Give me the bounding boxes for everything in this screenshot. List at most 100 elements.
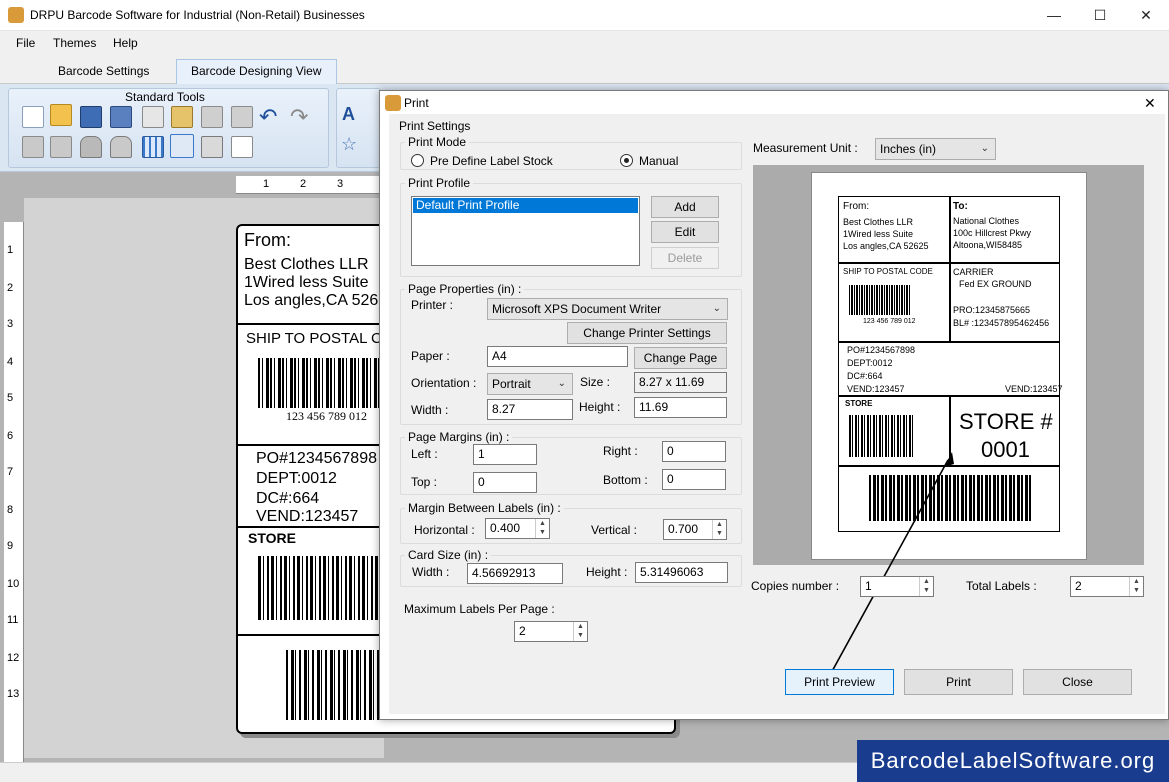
preview-carrier-value: Fed EX GROUND	[959, 279, 1032, 289]
delete-profile-button[interactable]: Delete	[651, 247, 719, 269]
lock-icon[interactable]	[80, 136, 102, 158]
paper-field[interactable]: A4	[487, 346, 628, 367]
spinner-arrows-icon[interactable]: ▲ ▼	[1129, 577, 1143, 596]
copies-spinner[interactable]: 1 ▲ ▼	[860, 576, 934, 597]
export-icon[interactable]	[231, 136, 253, 158]
menu-file[interactable]: File	[16, 36, 35, 50]
radio-predefined-label[interactable]: Pre Define Label Stock	[430, 154, 553, 168]
orientation-select[interactable]: Portrait ⌄	[487, 373, 573, 395]
label-barcode-3	[286, 650, 386, 720]
total-labels-spinner[interactable]: 2 ▲ ▼	[1070, 576, 1144, 597]
left-margin-field[interactable]: 1	[473, 444, 537, 465]
preview-from-line1: Best Clothes LLR	[843, 217, 914, 227]
radio-manual-label[interactable]: Manual	[639, 154, 678, 168]
menu-help[interactable]: Help	[113, 36, 138, 50]
max-labels-spinner[interactable]: 2 ▲ ▼	[514, 621, 588, 642]
label-barcode-1	[258, 358, 382, 408]
preview-to-line2: 100c Hillcrest Pkwy	[953, 228, 1032, 238]
right-margin-label: Right :	[603, 444, 638, 458]
ruler-tick: 8	[7, 504, 14, 516]
ruler-tick: 6	[7, 430, 14, 442]
shape-tool-icon[interactable]: ☆	[341, 134, 357, 155]
save-icon[interactable]	[80, 106, 102, 128]
grid-icon[interactable]	[142, 136, 164, 158]
ruler-tick: 9	[7, 540, 14, 552]
undo-icon[interactable]: ↶	[259, 104, 277, 130]
paper-label: Paper :	[411, 349, 450, 363]
minimize-button[interactable]: —	[1031, 0, 1077, 31]
preview-dc: DC#:664	[847, 371, 883, 381]
print-profile-legend: Print Profile	[405, 176, 474, 190]
tab-barcode-designing-view[interactable]: Barcode Designing View	[176, 59, 337, 84]
dialog-close-icon[interactable]: ✕	[1144, 95, 1156, 112]
radio-manual[interactable]	[620, 154, 633, 167]
width-label: Width :	[411, 403, 449, 417]
text-tool-icon[interactable]: A	[342, 104, 355, 125]
standard-tools-label: Standard Tools	[125, 90, 205, 104]
print-icon[interactable]	[201, 136, 223, 158]
profile-list[interactable]: Default Print Profile	[411, 196, 640, 266]
paste-icon[interactable]	[171, 106, 193, 128]
menu-themes[interactable]: Themes	[53, 36, 96, 50]
close-dialog-button[interactable]: Close	[1023, 669, 1132, 695]
height-label: Height :	[579, 400, 621, 414]
size-label: Size :	[580, 375, 611, 389]
window-title: DRPU Barcode Software for Industrial (No…	[30, 8, 365, 22]
spinner-arrows-icon[interactable]: ▲ ▼	[712, 520, 726, 539]
change-printer-settings-button[interactable]: Change Printer Settings	[567, 322, 727, 344]
chevron-down-icon: ⌄	[557, 378, 566, 389]
print-preview-button[interactable]: Print Preview	[785, 669, 894, 695]
print-button[interactable]: Print	[904, 669, 1013, 695]
chevron-down-icon: ⌄	[712, 303, 721, 314]
preview-vend: VEND:123457	[847, 384, 905, 394]
label-vend: VEND:123457	[256, 508, 359, 525]
card-width-field[interactable]: 4.56692913	[467, 563, 563, 584]
profile-item-default[interactable]: Default Print Profile	[413, 198, 638, 213]
edit-profile-button[interactable]: Edit	[651, 221, 719, 243]
top-ruler: 1 2 3	[236, 176, 386, 194]
delete-icon[interactable]	[231, 106, 253, 128]
redo-icon[interactable]: ↷	[290, 104, 308, 130]
spinner-arrows-icon[interactable]: ▲ ▼	[573, 622, 587, 641]
top-margin-field[interactable]: 0	[473, 472, 537, 493]
orientation-value: Portrait	[492, 377, 531, 391]
printer-select[interactable]: Microsoft XPS Document Writer ⌄	[487, 298, 728, 320]
spinner-arrows-icon[interactable]: ▲ ▼	[919, 577, 933, 596]
label-sender-line3: Los angles,CA 52625	[244, 292, 397, 309]
ruler-tick: 2	[300, 178, 307, 190]
watermark: BarcodeLabelSoftware.org	[857, 740, 1169, 782]
save-as-icon[interactable]	[110, 106, 132, 128]
right-margin-field[interactable]: 0	[662, 441, 726, 462]
measurement-unit-select[interactable]: Inches (in) ⌄	[875, 138, 996, 160]
change-page-button[interactable]: Change Page	[634, 347, 727, 369]
cut-icon[interactable]	[201, 106, 223, 128]
ruler-tick: 3	[7, 318, 14, 330]
new-icon[interactable]	[22, 106, 44, 128]
copy-icon[interactable]	[142, 106, 164, 128]
maximize-button[interactable]: ☐	[1077, 0, 1123, 31]
bring-front-icon[interactable]	[50, 136, 72, 158]
card-height-label: Height :	[586, 565, 628, 579]
radio-predefined[interactable]	[411, 154, 424, 167]
dialog-icon	[385, 95, 401, 111]
page-setup-icon[interactable]	[170, 134, 194, 158]
preview-dept: DEPT:0012	[847, 358, 893, 368]
vertical-spinner[interactable]: 0.700 ▲ ▼	[663, 519, 727, 540]
unlock-icon[interactable]	[110, 136, 132, 158]
vertical-label: Vertical :	[591, 523, 638, 537]
add-profile-button[interactable]: Add	[651, 196, 719, 218]
menu-bar	[0, 32, 1169, 56]
spinner-arrows-icon[interactable]: ▲ ▼	[535, 519, 549, 538]
close-button[interactable]: ✕	[1123, 0, 1169, 31]
tab-barcode-settings[interactable]: Barcode Settings	[43, 59, 164, 84]
open-icon[interactable]	[50, 104, 72, 126]
height-field[interactable]: 11.69	[634, 397, 727, 418]
send-back-icon[interactable]	[22, 136, 44, 158]
ruler-tick: 7	[7, 466, 14, 478]
bottom-margin-field[interactable]: 0	[662, 469, 726, 490]
preview-po: PO#1234567898	[847, 345, 916, 355]
preview-store: STORE	[845, 399, 873, 408]
width-field[interactable]: 8.27	[487, 399, 573, 420]
horizontal-spinner[interactable]: 0.400 ▲ ▼	[485, 518, 550, 539]
card-height-field[interactable]: 5.31496063	[635, 562, 728, 583]
